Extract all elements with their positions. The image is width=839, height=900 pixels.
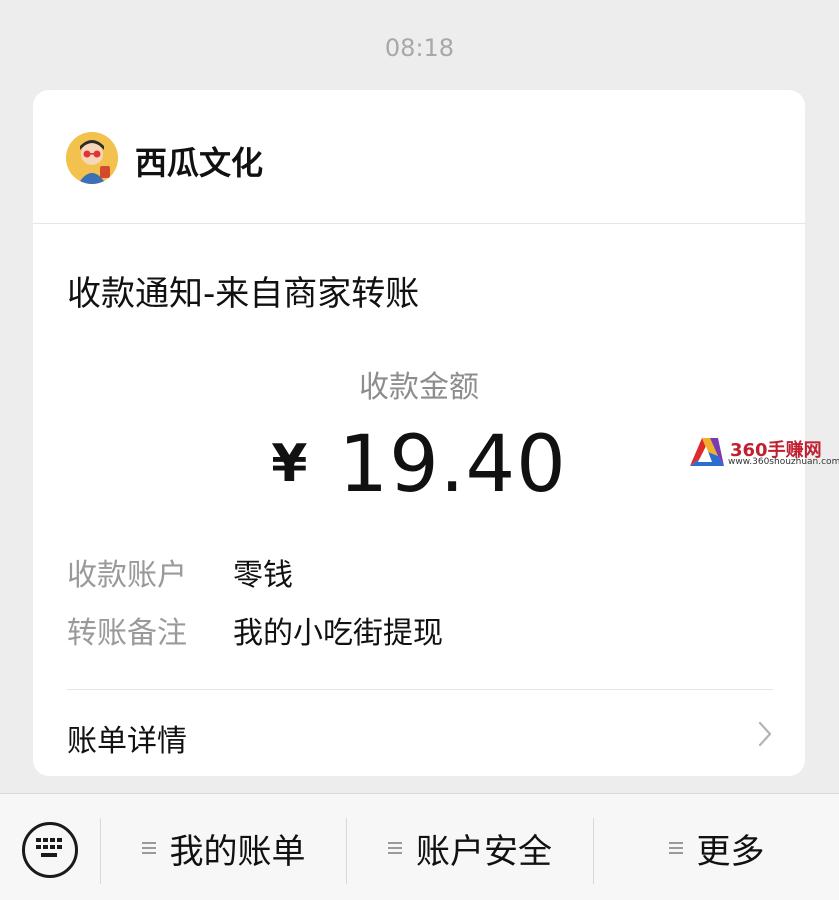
receive-account-row: 收款账户 零钱 <box>67 550 293 594</box>
menu-lines-icon <box>668 842 683 854</box>
transfer-notice-card[interactable]: 西瓜文化 收款通知-来自商家转账 收款金额 ¥19.40 收款账户 零钱 转账备注… <box>33 90 805 776</box>
menu-item-label: 账户安全 <box>416 831 552 872</box>
menu-item-label: 我的账单 <box>169 831 306 872</box>
menu-item-my-bills[interactable]: 我的账单 <box>101 816 346 880</box>
menu-item-account-security[interactable]: 账户安全 <box>347 816 593 880</box>
watermark-subtitle: www.360shouzhuan.com <box>728 457 839 467</box>
chat-timestamp: 08:18 <box>384 34 455 62</box>
transfer-remark-row: 转账备注 我的小吃街提现 <box>67 608 443 652</box>
bill-details-link[interactable]: 账单详情 <box>33 690 805 776</box>
merchant-name: 西瓜文化 <box>135 144 264 182</box>
bill-details-label: 账单详情 <box>67 724 187 759</box>
keyboard-icon <box>36 838 62 857</box>
watermark-logo-icon <box>690 438 724 466</box>
watermark: 360手赚网 www.360shouzhuan.com <box>688 434 839 474</box>
receive-account-label: 收款账户 <box>67 558 187 593</box>
amount-value: 19.40 <box>338 420 567 510</box>
merchant-avatar[interactable] <box>66 132 118 184</box>
amount-label: 收款金额 <box>359 370 479 405</box>
notice-title: 收款通知-来自商家转账 <box>67 274 420 314</box>
menu-lines-icon <box>141 842 156 854</box>
bottom-menu-bar: 我的账单 账户安全 更多 <box>0 793 839 900</box>
transfer-remark-value: 我的小吃街提现 <box>233 616 443 651</box>
menu-item-more[interactable]: 更多 <box>594 816 839 880</box>
menu-item-label: 更多 <box>696 831 765 872</box>
currency-symbol: ¥ <box>271 434 309 494</box>
keyboard-toggle-button[interactable] <box>22 822 78 878</box>
chevron-right-icon <box>758 721 772 747</box>
card-header: 西瓜文化 <box>33 90 805 224</box>
menu-lines-icon <box>388 842 402 854</box>
transfer-remark-label: 转账备注 <box>67 616 187 651</box>
receive-account-value: 零钱 <box>233 558 293 593</box>
